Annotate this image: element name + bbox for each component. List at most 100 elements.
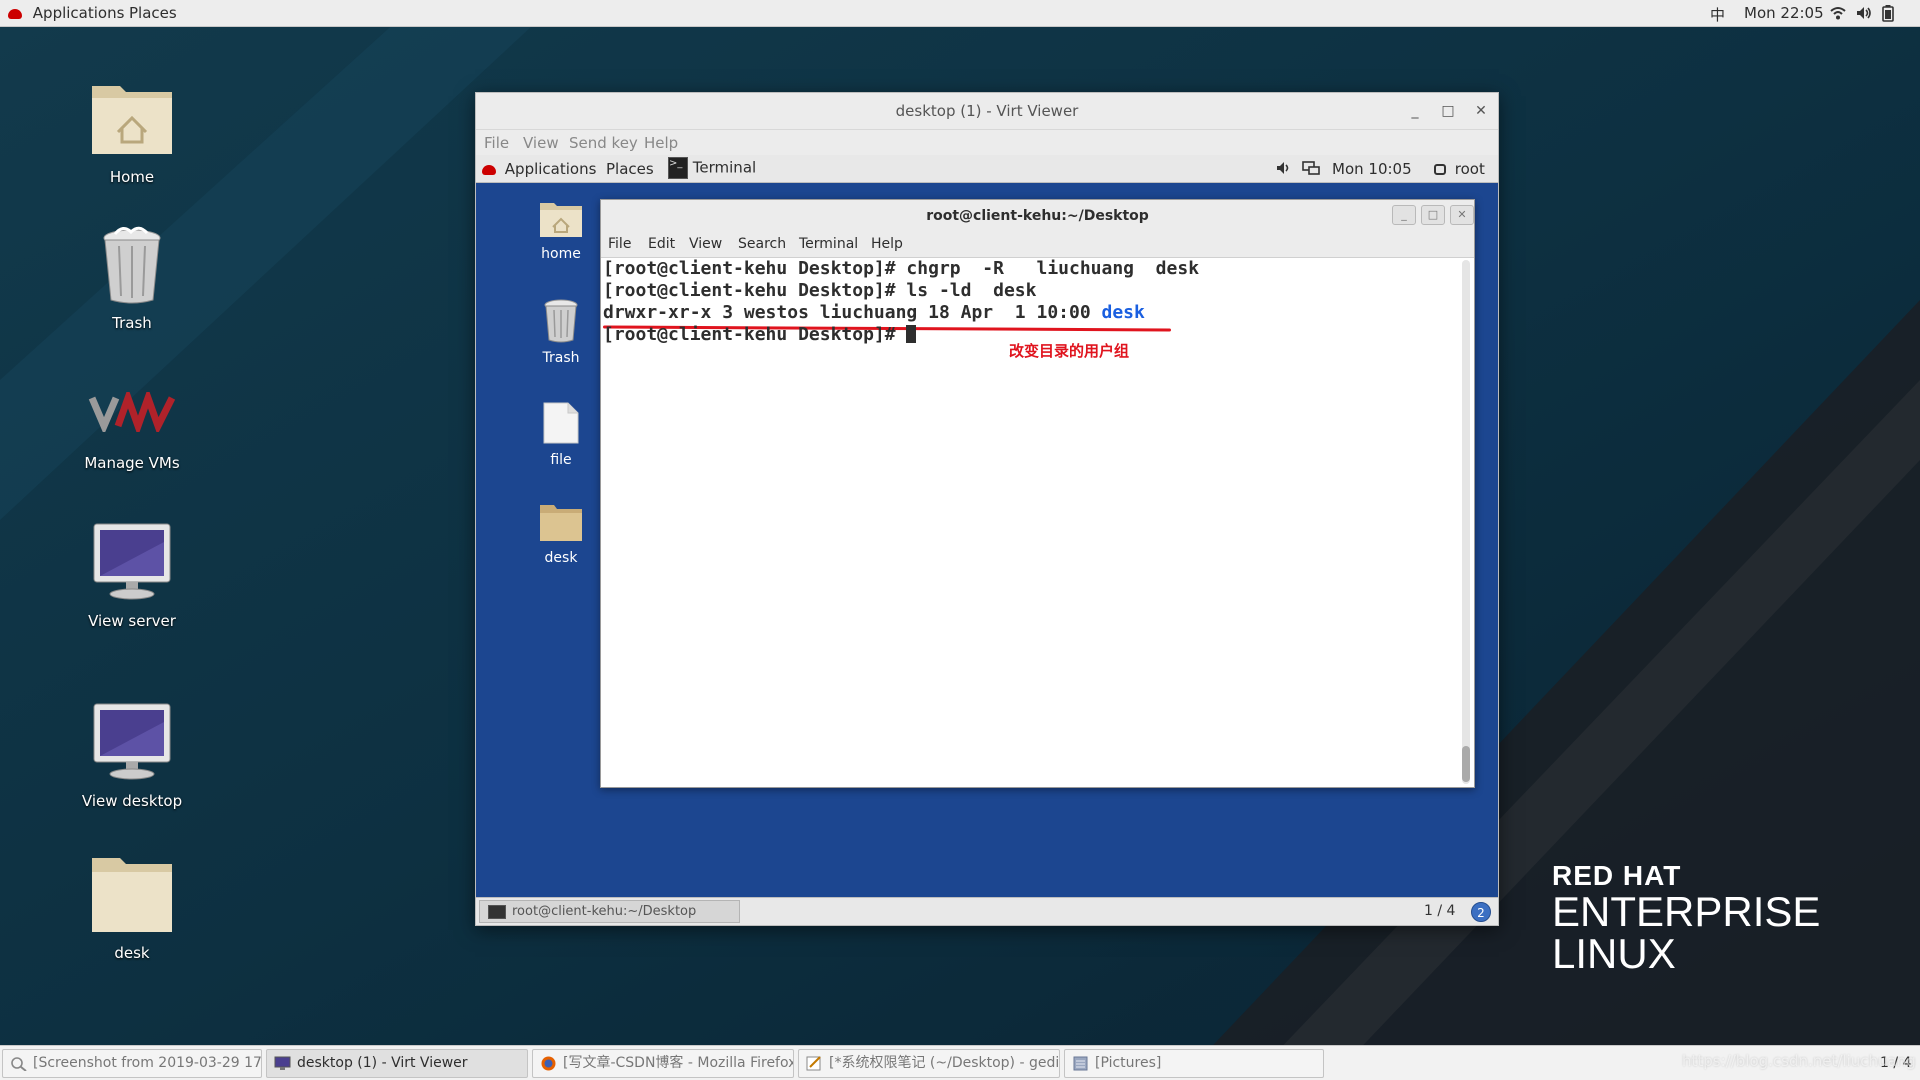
terminal-menubar: File Edit View Search Terminal Help xyxy=(601,232,1474,258)
user-icon xyxy=(1434,164,1446,175)
monitor-icon xyxy=(93,523,171,600)
close-button[interactable]: ✕ xyxy=(1471,101,1491,121)
terminal-menu-help[interactable]: Help xyxy=(871,236,903,252)
host-top-bar: Applications Places 中 Mon 22:05 xyxy=(0,0,1920,27)
places-menu[interactable]: Places xyxy=(129,4,177,22)
guest-task-terminal[interactable]: root@client-kehu:~/Desktop xyxy=(479,900,740,923)
desktop-icon-label: Home xyxy=(109,168,155,186)
menu-send-key[interactable]: Send key xyxy=(569,134,638,152)
maximize-button[interactable]: □ xyxy=(1438,101,1458,121)
applications-menu[interactable]: Applications xyxy=(8,4,124,22)
virt-viewer-window: desktop (1) - Virt Viewer _ □ ✕ File Vie… xyxy=(475,92,1499,926)
host-taskbar: [Screenshot from 2019-03-29 17-... deskt… xyxy=(0,1045,1920,1080)
terminal-menu-search[interactable]: Search xyxy=(738,236,786,252)
wifi-icon[interactable] xyxy=(1830,5,1846,25)
task-pictures[interactable]: [Pictures] xyxy=(1064,1049,1324,1078)
desktop-icon-home[interactable]: Home xyxy=(67,72,197,186)
image-viewer-icon xyxy=(11,1057,27,1071)
volume-icon[interactable] xyxy=(1856,5,1872,25)
desktop-icon-label: desk xyxy=(114,944,150,962)
terminal-icon xyxy=(488,905,506,919)
guest-terminal-launcher[interactable]: >_ Terminal xyxy=(668,157,756,179)
terminal-cursor xyxy=(906,325,917,343)
input-method-indicator[interactable]: 中 xyxy=(1710,4,1725,25)
file-manager-icon xyxy=(1073,1056,1088,1071)
window-title: desktop (1) - Virt Viewer xyxy=(895,102,1079,120)
host-clock[interactable]: Mon 22:05 xyxy=(1744,4,1824,22)
terminal-line: drwxr-xr-x 3 westos liuchuang 18 Apr 1 1… xyxy=(603,302,1145,323)
menu-help[interactable]: Help xyxy=(644,134,678,152)
terminal-title: root@client-kehu:~/Desktop xyxy=(601,200,1474,232)
desktop-icon-view-desktop[interactable]: View desktop xyxy=(67,702,197,810)
redhat-logo-icon xyxy=(482,164,496,175)
desktop-icon-label: home xyxy=(541,246,581,262)
terminal-menu-edit[interactable]: Edit xyxy=(648,236,675,252)
desktop-icon-label: Trash xyxy=(542,350,580,366)
folder-icon xyxy=(92,858,172,932)
guest-screen[interactable]: Applications Places >_ Terminal Mon 10:0… xyxy=(476,155,1498,925)
desktop-icon-label: View desktop xyxy=(81,792,183,810)
terminal-line: [root@client-kehu Desktop]# chgrp -R liu… xyxy=(603,258,1200,279)
desktop-icon-label: desk xyxy=(544,550,578,566)
desktop-icon-label: Trash xyxy=(112,314,152,332)
terminal-menu-file[interactable]: File xyxy=(608,236,631,252)
task-firefox[interactable]: [写文章-CSDN博客 - Mozilla Firefox] xyxy=(532,1049,794,1078)
directory-name: desk xyxy=(1101,302,1145,323)
desktop-icon-label: file xyxy=(550,452,572,468)
guest-desktop-icon-file[interactable]: file xyxy=(516,401,606,468)
guest-bottom-bar: root@client-kehu:~/Desktop 1 / 4 2 xyxy=(476,897,1498,925)
trash-icon xyxy=(544,299,578,343)
terminal-scrollbar[interactable] xyxy=(1462,260,1470,784)
terminal-maximize-button[interactable]: □ xyxy=(1421,205,1445,225)
guest-applications-menu[interactable]: Applications xyxy=(482,160,596,178)
terminal-line: [root@client-kehu Desktop]# ls -ld desk xyxy=(603,280,1037,301)
guest-workspace-indicator[interactable]: 1 / 4 xyxy=(1424,903,1455,919)
folder-icon xyxy=(540,505,582,541)
trash-icon xyxy=(103,226,161,304)
terminal-menu-view[interactable]: View xyxy=(689,236,722,252)
terminal-icon: >_ xyxy=(668,157,688,179)
scrollbar-thumb[interactable] xyxy=(1462,746,1470,782)
monitor-icon xyxy=(93,703,171,780)
guest-top-bar: Applications Places >_ Terminal Mon 10:0… xyxy=(476,155,1498,183)
desktop-icon-label: Manage VMs xyxy=(84,454,180,472)
terminal-close-button[interactable]: ✕ xyxy=(1450,205,1474,225)
firefox-icon xyxy=(541,1056,556,1071)
network-icon[interactable] xyxy=(1302,160,1320,180)
guest-clock[interactable]: Mon 10:05 xyxy=(1332,160,1412,178)
terminal-minimize-button[interactable]: _ xyxy=(1392,205,1416,225)
monitor-icon xyxy=(274,1056,291,1070)
terminal-menu-terminal[interactable]: Terminal xyxy=(799,236,858,252)
guest-places-menu[interactable]: Places xyxy=(606,160,654,178)
minimize-button[interactable]: _ xyxy=(1405,101,1425,121)
guest-desktop-icon-trash[interactable]: Trash xyxy=(516,297,606,366)
notification-badge[interactable]: 2 xyxy=(1471,902,1491,922)
desktop-icon-view-server[interactable]: View server xyxy=(67,522,197,630)
guest-desktop-icon-desk[interactable]: desk xyxy=(516,501,606,566)
menu-view[interactable]: View xyxy=(523,134,559,152)
file-icon xyxy=(543,402,579,444)
rhel-logo: RED HAT ENTERPRISE LINUX xyxy=(1552,860,1821,977)
terminal-output[interactable]: [root@client-kehu Desktop]# chgrp -R liu… xyxy=(602,258,1449,786)
virt-viewer-menubar: File View Send key Help xyxy=(476,129,1498,155)
menu-file[interactable]: File xyxy=(484,134,509,152)
vm-logo-icon xyxy=(88,387,176,437)
terminal-window: root@client-kehu:~/Desktop _ □ ✕ File Ed… xyxy=(600,199,1475,788)
watermark: https://blog.csdn.net/liuchuang xyxy=(1682,1052,1916,1070)
desktop-icon-trash[interactable]: Trash xyxy=(67,224,197,332)
desktop-icon-desk[interactable]: desk xyxy=(67,852,197,962)
home-folder-icon xyxy=(540,203,582,237)
volume-icon[interactable] xyxy=(1276,160,1292,180)
text-editor-icon xyxy=(806,1056,821,1071)
desktop-icon-manage-vms[interactable]: Manage VMs xyxy=(67,387,197,472)
redhat-logo-icon xyxy=(8,8,22,19)
task-virt-viewer[interactable]: desktop (1) - Virt Viewer xyxy=(266,1049,528,1078)
task-gedit[interactable]: [*系统权限笔记 (~/Desktop) - gedit] xyxy=(798,1049,1060,1078)
battery-icon[interactable] xyxy=(1882,5,1894,26)
task-screenshot[interactable]: [Screenshot from 2019-03-29 17-... xyxy=(2,1049,262,1078)
guest-user-menu[interactable]: root xyxy=(1434,160,1485,178)
desktop-icon-label: View server xyxy=(88,612,176,630)
annotation-text: 改变目录的用户组 xyxy=(1009,342,1130,360)
terminal-line: [root@client-kehu Desktop]# xyxy=(603,324,917,345)
guest-desktop-icon-home[interactable]: home xyxy=(516,197,606,262)
